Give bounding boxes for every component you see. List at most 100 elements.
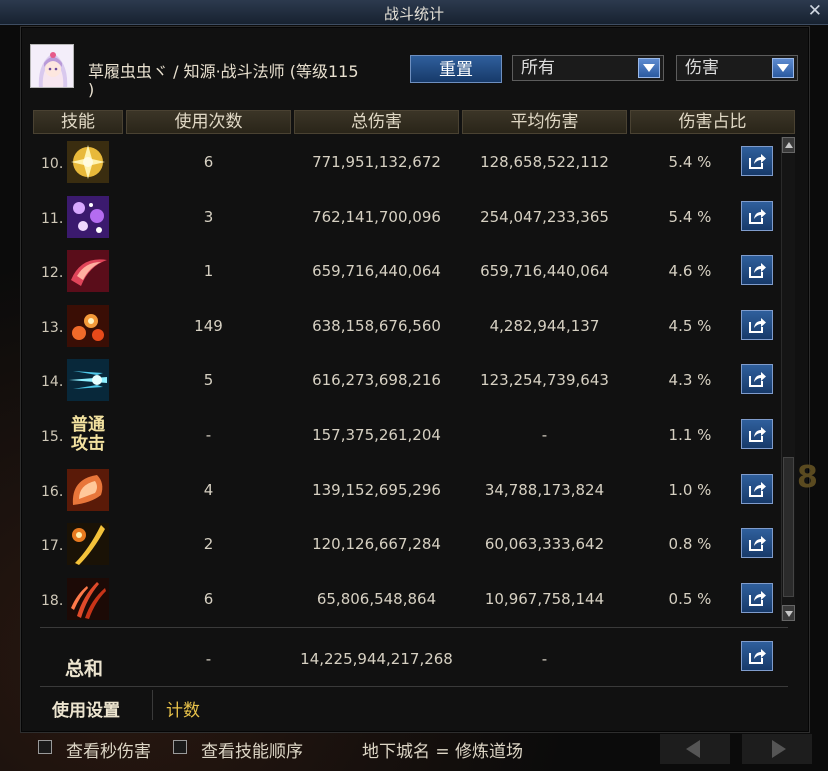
purple-sparkle-skill-icon	[67, 195, 109, 238]
row-uses: 6	[203, 153, 214, 171]
table-row[interactable]: 15. 普通攻击 - 157,375,261,204 - 1.1 %	[33, 409, 778, 463]
claw-slash-skill-icon	[67, 577, 109, 620]
row-uses: 149	[194, 316, 223, 335]
row-damage-share: 4.3 %	[668, 371, 712, 390]
column-header-total[interactable]: 总伤害	[294, 110, 459, 134]
table-row[interactable]: 11. 3 762,141,700,096 254,047,233,365 5.4 %	[33, 191, 778, 245]
type-select[interactable]: 伤害	[676, 55, 798, 81]
share-icon	[749, 317, 766, 333]
row-damage-share: 1.1 %	[668, 426, 712, 444]
row-avg-damage: 659,716,440,064	[480, 262, 609, 281]
chevron-down-icon[interactable]	[638, 58, 660, 78]
total-damage: 14,225,944,217,268	[300, 650, 453, 668]
row-uses: 4	[203, 480, 214, 499]
filter-select-value: 所有	[521, 58, 555, 78]
scroll-up-icon[interactable]	[782, 137, 795, 153]
row-index: 11.	[41, 210, 64, 227]
reset-button[interactable]: 重置	[410, 55, 502, 83]
column-header-uses[interactable]: 使用次数	[126, 110, 291, 134]
scroll-down-icon[interactable]	[782, 605, 795, 621]
share-button[interactable]	[741, 364, 773, 395]
per-second-checkbox[interactable]	[38, 740, 52, 754]
column-header-avg[interactable]: 平均伤害	[462, 110, 627, 134]
row-damage-share: 5.4 %	[668, 153, 712, 171]
row-avg-damage: 254,047,233,365	[480, 207, 609, 226]
share-icon	[749, 263, 766, 279]
avatar	[30, 44, 74, 88]
column-header-skill[interactable]: 技能	[33, 110, 123, 134]
fire-orbs-skill-icon	[67, 304, 109, 347]
share-button[interactable]	[741, 582, 773, 613]
row-total-damage: 157,375,261,204	[312, 426, 441, 444]
tab-count[interactable]: 计数	[166, 696, 200, 721]
skill-order-checkbox[interactable]	[173, 740, 187, 754]
divider	[40, 686, 788, 687]
table-row[interactable]: 16. 4 139,152,695,296 34,788,173,824 1.0 %	[33, 464, 778, 518]
dungeon-name: 地下城名 = 修炼道场	[362, 742, 524, 762]
share-button[interactable]	[741, 473, 773, 504]
table-row[interactable]: 12. 1 659,716,440,064 659,716,440,064 4.6 %	[33, 245, 778, 299]
share-button[interactable]	[741, 146, 773, 176]
row-total-damage: 638,158,676,560	[312, 316, 441, 335]
row-uses: 2	[203, 535, 214, 554]
row-index: 10.	[41, 156, 64, 172]
prev-page-icon[interactable]	[660, 734, 730, 764]
background-decoration: 8	[797, 460, 818, 495]
share-icon	[749, 208, 766, 224]
column-header-share[interactable]: 伤害占比	[630, 110, 795, 134]
share-button[interactable]	[741, 255, 773, 286]
row-damage-share: 4.5 %	[668, 316, 712, 335]
table-row[interactable]: 10. 6 771,951,132,672 128,658,522,112 5.4 %	[33, 136, 778, 190]
table-row[interactable]: 18. 6 65,806,548,864 10,967,758,144 0.5 %	[33, 573, 778, 627]
player-name: 草履虫虫ヾ / 知源·战斗法师 (等级115	[88, 62, 359, 81]
row-damage-share: 0.5 %	[668, 589, 712, 608]
row-avg-damage: 60,063,333,642	[484, 535, 605, 554]
share-icon	[749, 649, 766, 664]
share-icon	[749, 427, 766, 442]
row-damage-share: 1.0 %	[668, 480, 712, 499]
row-damage-share: 5.4 %	[668, 207, 712, 226]
scrollbar[interactable]	[781, 137, 795, 621]
share-button[interactable]	[741, 200, 773, 231]
share-icon	[749, 590, 766, 606]
crimson-sweep-skill-icon	[67, 250, 109, 293]
row-damage-share: 4.6 %	[668, 262, 712, 281]
share-icon	[749, 372, 766, 388]
row-total-damage: 120,126,667,284	[312, 535, 441, 554]
share-button[interactable]	[741, 528, 773, 559]
chevron-down-icon[interactable]	[772, 58, 794, 78]
share-button[interactable]	[741, 641, 773, 671]
row-avg-damage: 123,254,739,643	[480, 371, 609, 390]
row-total-damage: 139,152,695,296	[312, 480, 441, 499]
row-index: 13.	[41, 319, 64, 336]
share-button[interactable]	[741, 309, 773, 340]
row-total-damage: 659,716,440,064	[312, 262, 441, 281]
golden-slash-skill-icon	[67, 523, 109, 566]
row-avg-damage: 4,282,944,137	[489, 316, 600, 335]
table-row[interactable]: 13. 149 638,158,676,560 4,282,944,137 4.5 %	[33, 300, 778, 354]
flame-fist-skill-icon	[67, 468, 109, 511]
table-row[interactable]: 17. 2 120,126,667,284 60,063,333,642 0.8 %	[33, 518, 778, 572]
row-uses: 5	[203, 371, 214, 390]
normal-attack-text-icon: 普通攻击	[71, 415, 105, 454]
title-bar[interactable]: 战斗统计 ✕	[0, 0, 828, 25]
row-total-damage: 762,141,700,096	[312, 207, 441, 226]
table-header: 技能 使用次数 总伤害 平均伤害 伤害占比	[33, 110, 795, 134]
row-total-damage: 616,273,698,216	[312, 371, 441, 390]
share-icon	[749, 154, 766, 169]
scroll-thumb[interactable]	[783, 457, 794, 597]
share-button[interactable]	[741, 419, 773, 449]
type-select-value: 伤害	[685, 58, 719, 78]
filter-select[interactable]: 所有	[512, 55, 664, 81]
table-row[interactable]: 14. 5 616,273,698,216 123,254,739,643 4.3 %	[33, 354, 778, 408]
row-damage-share: 0.8 %	[668, 535, 712, 554]
player-name-continued: )	[88, 80, 95, 99]
close-icon[interactable]: ✕	[808, 1, 822, 21]
row-index: 18.	[41, 592, 64, 609]
row-avg-damage: -	[541, 426, 548, 444]
tab-settings[interactable]: 使用设置	[52, 696, 120, 721]
total-avg: -	[541, 650, 548, 668]
next-page-icon[interactable]	[742, 734, 812, 764]
skill-order-label: 查看技能顺序	[201, 742, 303, 762]
row-avg-damage: 10,967,758,144	[484, 589, 605, 608]
